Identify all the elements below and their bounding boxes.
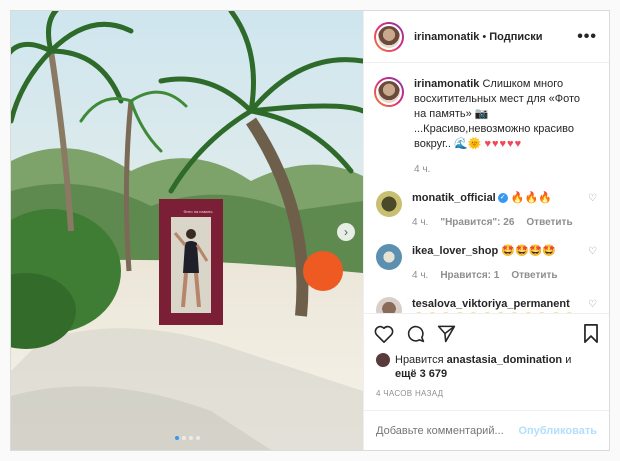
comment-username[interactable]: ikea_lover_shop [412,245,498,257]
comment-text: 🤩🤩🤩🤩 [501,245,557,257]
likes-mid: и [565,354,572,366]
caption-hearts: ♥♥♥♥♥ [484,138,523,150]
post-side-panel: irinamonatik • Подписки ••• irinamonatik… [363,11,609,450]
reply-button[interactable]: Ответить [526,215,572,230]
comment-text: 🔥🔥🔥 [510,192,552,204]
action-bar [364,313,609,353]
comment-text: 🤩🤩🤩🤩🤩🤩🤩🤩🤩🤩🤩🤩 [412,312,592,313]
author-username[interactable]: irinamonatik [414,31,479,43]
comment-item: tesalova_viktoriya_permanent 🤩🤩🤩🤩🤩🤩🤩🤩🤩🤩🤩… [374,297,597,313]
following-button[interactable]: Подписки [489,31,542,43]
like-comment-icon[interactable]: ♡ [588,193,597,204]
carousel-dot [188,436,193,440]
bookmark-icon[interactable] [583,324,599,343]
like-comment-icon[interactable]: ♡ [588,299,597,310]
carousel-dot-active [174,436,179,440]
reply-button[interactable]: Ответить [511,268,557,283]
liker-avatar[interactable] [376,353,390,367]
share-icon[interactable] [437,324,456,343]
verified-icon: ✓ [497,193,508,204]
caption-avatar[interactable] [374,77,404,107]
header-separator: • [482,30,487,43]
instagram-post: Фото на память › irinamonatik • Подписки… [10,10,610,451]
more-options-icon[interactable]: ••• [577,28,597,45]
post-photo[interactable]: Фото на память › [11,11,363,450]
comment-time: 4 ч. [412,217,429,228]
likes-count[interactable]: ещё 3 679 [395,368,447,380]
caption-time: 4 ч. [414,164,431,175]
comment-username[interactable]: monatik_official [412,192,496,204]
comment-likes[interactable]: "Нравится": 26 [440,215,514,230]
carousel-dot [195,436,200,440]
comment-icon[interactable] [406,324,425,343]
comment-item: ikea_lover_shop 🤩🤩🤩🤩 4 ч. Нравится: 1 От… [374,244,597,283]
comment-input[interactable] [376,424,519,437]
next-photo-button[interactable]: › [337,223,355,241]
caption-username[interactable]: irinamonatik [414,78,479,90]
comment-item: monatik_official ✓ 🔥🔥🔥 4 ч. "Нравится": 2… [374,191,597,230]
comment-avatar[interactable] [376,244,402,270]
comment-time: 4 ч. [412,270,429,281]
liker-username[interactable]: anastasia_domination [447,354,563,366]
carousel-dots [11,436,363,440]
comment-avatar[interactable] [376,297,402,313]
add-comment-bar: Опубликовать [364,410,609,450]
like-icon[interactable] [374,325,394,343]
like-comment-icon[interactable]: ♡ [588,246,597,257]
frame-text: Фото на память [183,209,213,214]
comment-username[interactable]: tesalova_viktoriya_permanent [412,298,570,310]
post-timestamp: 4 ЧАСОВ НАЗАД [376,389,444,398]
beach-photo-illustration [11,11,363,450]
likes-prefix: Нравится [395,354,444,366]
author-avatar[interactable] [374,21,404,52]
comment-avatar[interactable] [376,191,402,217]
comment-likes[interactable]: Нравится: 1 [440,268,499,283]
likes-summary: Нравится anastasia_domination и ещё 3 67… [364,353,609,381]
post-header: irinamonatik • Подписки ••• [364,11,609,63]
comments-list: irinamonatik Слишком много восхитительны… [364,63,609,313]
caption: irinamonatik Слишком много восхитительны… [374,77,597,177]
publish-button[interactable]: Опубликовать [518,425,597,437]
carousel-dot [181,436,186,440]
